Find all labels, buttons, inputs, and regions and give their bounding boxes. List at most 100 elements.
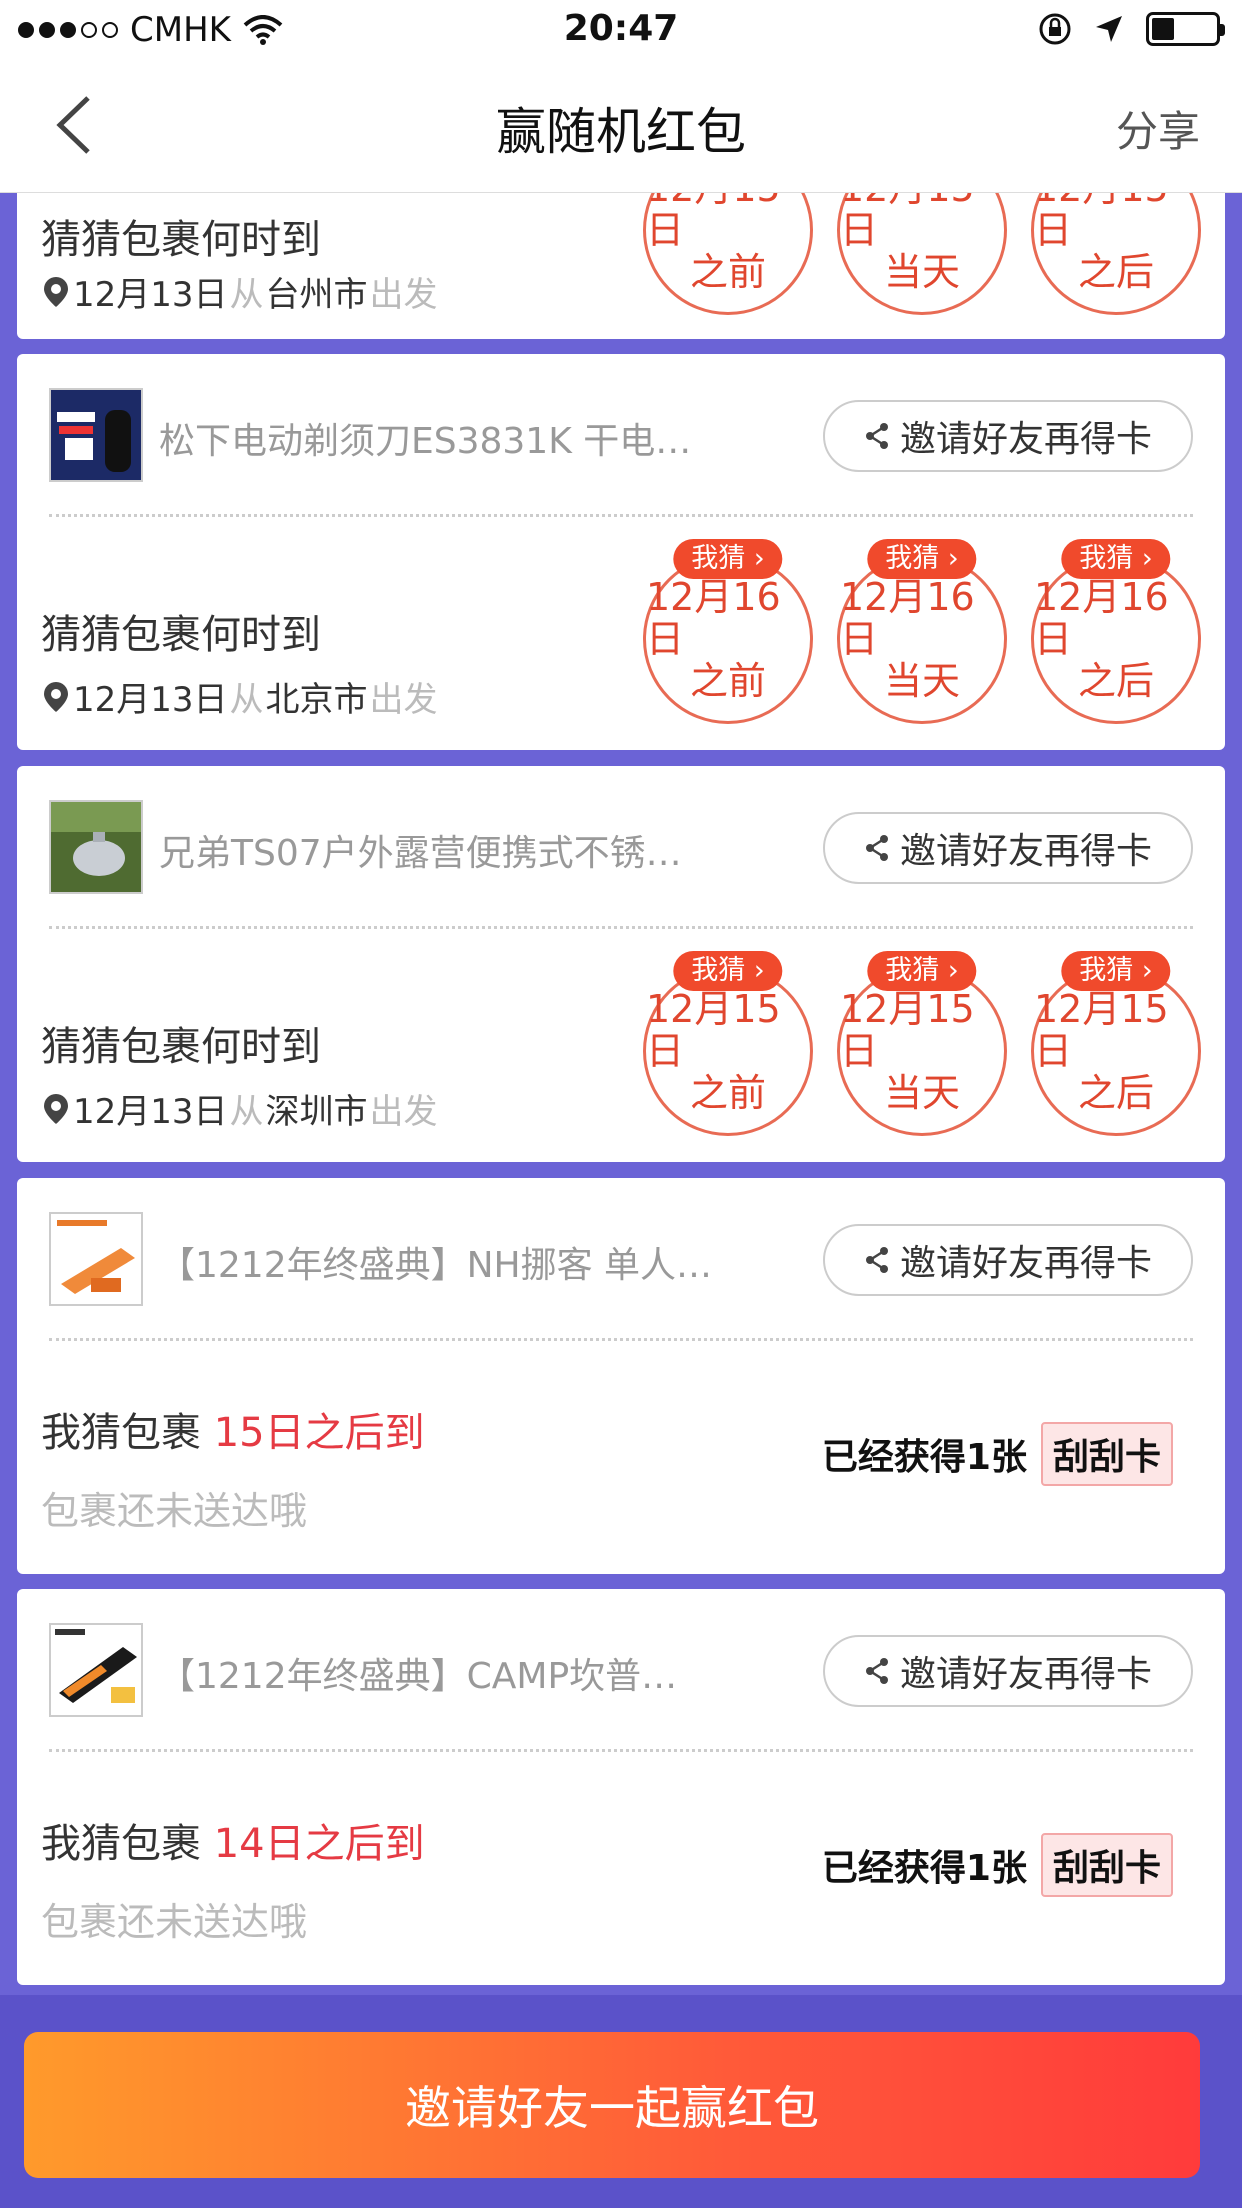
share-icon — [865, 835, 888, 861]
product-thumbnail[interactable] — [49, 800, 143, 894]
guess-option-after[interactable]: 我猜 › 12月16日 之后 — [1031, 539, 1201, 724]
guess-option-same-day[interactable]: 我猜 › 12月15日 当天 — [837, 951, 1007, 1136]
guess-result-title: 我猜包裹 15日之后到 — [41, 1400, 425, 1458]
reward-info: 已经获得1张 刮刮卡 — [822, 1422, 1173, 1486]
rotation-lock-icon — [1039, 13, 1071, 45]
option-when: 之后 — [1077, 250, 1154, 294]
guess-prefix: 我猜包裹 — [41, 1821, 214, 1867]
divider — [49, 514, 1193, 517]
product-name[interactable]: 【1212年终盛典】CAMP坎普… — [159, 1647, 739, 1699]
depart-city: 台州市 — [265, 275, 368, 315]
depart-date: 12月13日 — [73, 1092, 228, 1132]
product-thumbnail[interactable] — [49, 388, 143, 482]
sleeping-pad-image-icon — [51, 1214, 141, 1304]
invite-label: 邀请好友再得卡 — [899, 419, 1152, 460]
option-date: 12月15日 — [646, 987, 781, 1073]
my-guess-tag: 我猜 › — [1061, 539, 1171, 579]
page-title: 赢随机红包 — [496, 103, 746, 161]
option-when: 当天 — [883, 250, 960, 294]
guess-option-same-day[interactable]: 我猜 › 12月16日 当天 — [837, 539, 1007, 724]
depart-date: 12月13日 — [73, 275, 228, 315]
guess-title: 猜猜包裹何时到 — [41, 612, 321, 658]
divider — [49, 1749, 1193, 1752]
reward-info: 已经获得1张 刮刮卡 — [822, 1833, 1173, 1897]
share-button[interactable]: 分享 — [1116, 98, 1200, 159]
got-card-label: 已经获得1张 — [821, 1848, 1027, 1889]
product-thumbnail[interactable] — [49, 1212, 143, 1306]
depart-label: 出发 — [369, 680, 438, 720]
option-date: 12月15日 — [840, 193, 975, 252]
option-date: 12月16日 — [840, 575, 975, 661]
product-row: 【1212年终盛典】NH挪客 单人… 邀请好友再得卡 — [17, 1178, 1225, 1338]
location-pin-icon — [44, 681, 68, 712]
guess-card: 松下电动剃须刀ES3831K 干电… 邀请好友再得卡 猜猜包裹何时到 12月13… — [17, 354, 1225, 750]
option-when: 之前 — [689, 659, 766, 703]
option-when: 当天 — [883, 659, 960, 703]
departure-info: 12月13日 从 北京市 出发 — [41, 672, 438, 721]
my-guess-tag: 我猜 › — [867, 951, 977, 991]
battery-icon — [1146, 12, 1225, 46]
kettle-image-icon — [51, 802, 141, 892]
nav-bar: 赢随机红包 分享 — [0, 60, 1242, 193]
invite-label: 邀请好友再得卡 — [899, 1654, 1152, 1695]
my-guess-tag: 我猜 › — [673, 951, 783, 991]
location-pin-icon — [44, 276, 68, 307]
result-card: 【1212年终盛典】CAMP坎普… 邀请好友再得卡 我猜包裹 14日之后到 包裹… — [17, 1589, 1225, 1985]
my-guess-tag: 我猜 › — [867, 539, 977, 579]
invite-friend-button[interactable]: 邀请好友再得卡 — [823, 812, 1193, 884]
guess-title: 猜猜包裹何时到 — [41, 217, 321, 263]
my-guess-tag: 我猜 › — [673, 539, 783, 579]
divider — [49, 926, 1193, 929]
depart-date: 12月13日 — [73, 680, 228, 720]
guess-result: 我猜包裹 14日之后到 包裹还未送达哦 — [41, 1811, 425, 1946]
guess-option-after[interactable]: 我猜 › 12月15日 之后 — [1031, 951, 1201, 1136]
guess-options: 我猜 › 12月16日 之前 我猜 › 12月16日 当天 我猜 › 12月16… — [643, 539, 1201, 724]
option-date: 12月15日 — [1034, 987, 1169, 1073]
status-bar: CMHK 20:47 — [0, 0, 1242, 60]
scratch-card-button[interactable]: 刮刮卡 — [1040, 1422, 1173, 1486]
option-when: 之前 — [689, 1071, 766, 1115]
invite-friends-cta-button[interactable]: 邀请好友一起赢红包 — [24, 2032, 1200, 2178]
scratch-card-button[interactable]: 刮刮卡 — [1040, 1833, 1173, 1897]
depart-label: 出发 — [369, 275, 438, 315]
guess-result-value: 14日之后到 — [213, 1821, 425, 1867]
invite-friend-button[interactable]: 邀请好友再得卡 — [823, 1224, 1193, 1296]
option-date: 12月16日 — [646, 575, 781, 661]
divider — [49, 1338, 1193, 1341]
option-date: 12月15日 — [840, 987, 975, 1073]
guess-option-after[interactable]: 12月15日 之后 — [1031, 193, 1201, 315]
bottom-bar: 邀请好友一起赢红包 — [0, 1995, 1242, 2208]
shaver-image-icon — [51, 390, 141, 480]
product-thumbnail[interactable] — [49, 1623, 143, 1717]
depart-city: 深圳市 — [265, 1092, 368, 1132]
option-when: 之前 — [689, 250, 766, 294]
not-arrived-label: 包裹还未送达哦 — [41, 1489, 308, 1533]
guess-list[interactable]: 猜猜包裹何时到 12月13日 从 台州市 出发 12月15日 之前 12月15日… — [0, 193, 1242, 1995]
share-icon — [865, 1247, 888, 1273]
product-name[interactable]: 【1212年终盛典】NH挪客 单人… — [159, 1236, 739, 1288]
invite-friend-button[interactable]: 邀请好友再得卡 — [823, 400, 1193, 472]
guess-result-value: 15日之后到 — [213, 1410, 425, 1456]
guess-option-before[interactable]: 我猜 › 12月16日 之前 — [643, 539, 813, 724]
got-card-label: 已经获得1张 — [821, 1437, 1027, 1478]
option-date: 12月15日 — [1034, 193, 1169, 252]
guess-title: 猜猜包裹何时到 — [41, 1024, 321, 1070]
guess-card: 猜猜包裹何时到 12月13日 从 台州市 出发 12月15日 之前 12月15日… — [17, 193, 1225, 339]
guess-option-before[interactable]: 我猜 › 12月15日 之前 — [643, 951, 813, 1136]
depart-city: 北京市 — [265, 680, 368, 720]
invite-friend-button[interactable]: 邀请好友再得卡 — [823, 1635, 1193, 1707]
invite-label: 邀请好友再得卡 — [899, 831, 1152, 872]
guess-option-before[interactable]: 12月15日 之前 — [643, 193, 813, 315]
product-row: 松下电动剃须刀ES3831K 干电… 邀请好友再得卡 — [17, 354, 1225, 514]
option-date: 12月16日 — [1034, 575, 1169, 661]
product-row: 兄弟TS07户外露营便携式不锈… 邀请好友再得卡 — [17, 766, 1225, 926]
product-name[interactable]: 兄弟TS07户外露营便携式不锈… — [159, 824, 739, 876]
guess-result: 我猜包裹 15日之后到 包裹还未送达哦 — [41, 1400, 425, 1535]
guess-option-same-day[interactable]: 12月15日 当天 — [837, 193, 1007, 315]
departure-info: 12月13日 从 深圳市 出发 — [41, 1084, 438, 1133]
product-name[interactable]: 松下电动剃须刀ES3831K 干电… — [159, 412, 739, 464]
not-arrived-label: 包裹还未送达哦 — [41, 1900, 308, 1944]
from-label: 从 — [229, 1092, 264, 1132]
option-when: 当天 — [883, 1071, 960, 1115]
location-arrow-icon — [1096, 16, 1122, 42]
